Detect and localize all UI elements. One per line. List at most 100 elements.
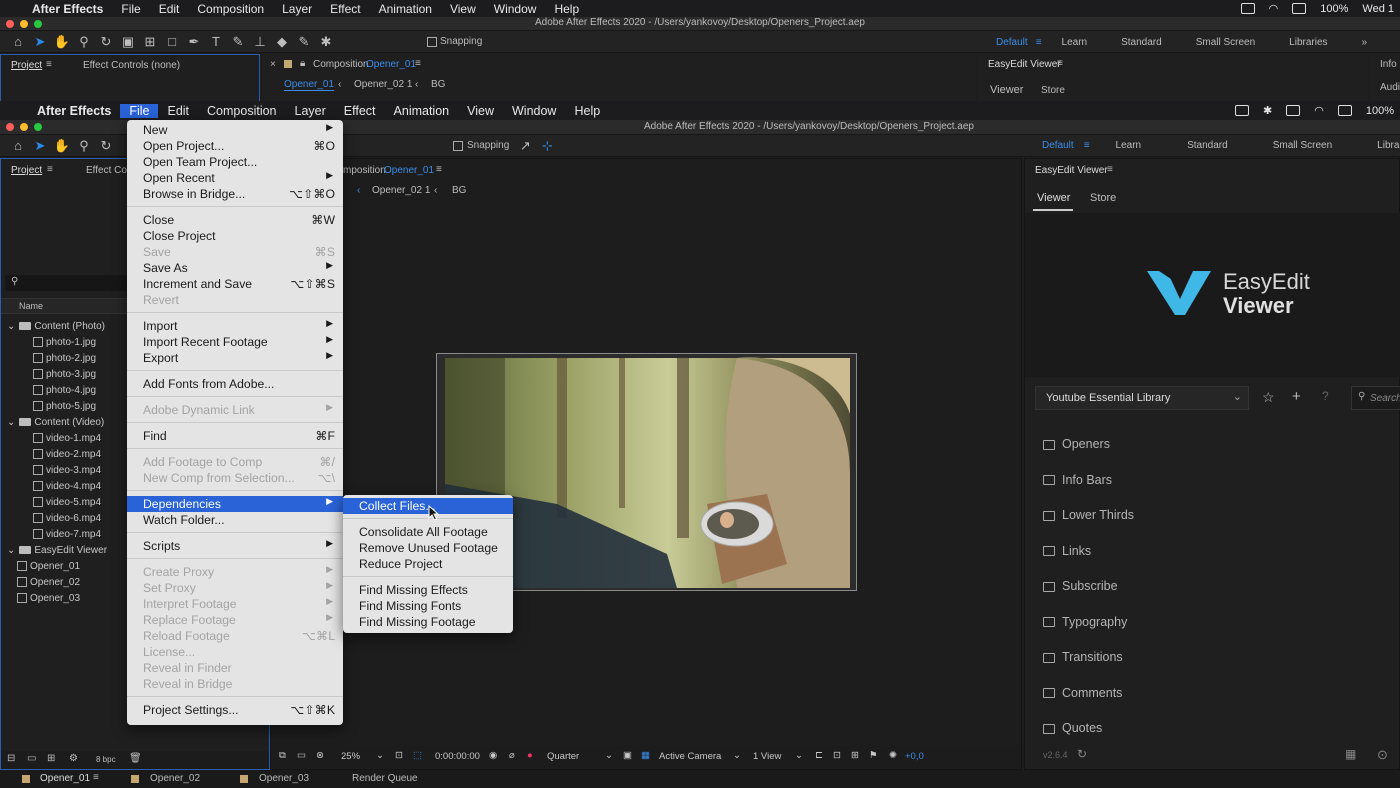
project-menu-icon[interactable]: ≡	[47, 164, 53, 175]
front-menu-view[interactable]: View	[458, 104, 503, 118]
monitor-icon[interactable]: ▭	[297, 750, 306, 761]
easyedit-folder-quotes[interactable]: Quotes	[1043, 721, 1102, 735]
close-window-icon[interactable]	[6, 20, 14, 28]
file-menu-item-open-team-project[interactable]: Open Team Project...	[127, 154, 343, 170]
project-item-opener-03[interactable]: Opener_03	[7, 593, 80, 604]
hand-tool-icon[interactable]: ✋	[54, 34, 70, 50]
file-menu-item-import-recent-footage[interactable]: Import Recent Footage ▶	[127, 334, 343, 350]
front-zoom-window-icon[interactable]	[34, 123, 42, 131]
home-icon[interactable]: ⌂	[10, 34, 26, 50]
zoom-tool-icon[interactable]: ⚲	[76, 34, 92, 50]
disclosure-triangle-icon[interactable]: ⌄	[7, 417, 15, 428]
disclosure-triangle-icon[interactable]: ⌄	[7, 545, 15, 556]
easyedit-folder-typography[interactable]: Typography	[1043, 615, 1127, 629]
snapshot-icon[interactable]: ⧉	[279, 750, 286, 761]
front-workspace-small-screen[interactable]: Small Screen	[1273, 140, 1332, 151]
back-menu-window[interactable]: Window	[485, 2, 546, 16]
project-item-photo-5-jpg[interactable]: photo-5.jpg	[33, 401, 96, 412]
back-menu-view[interactable]: View	[441, 2, 485, 16]
comp-tab-prefix[interactable]: mposition	[343, 165, 386, 176]
mask-view-icon[interactable]: ⊗	[316, 750, 324, 761]
front-wifi-icon[interactable]: ◠	[1314, 104, 1324, 117]
front-menu-composition[interactable]: Composition	[198, 104, 285, 118]
front-close-window-icon[interactable]	[6, 123, 14, 131]
wifi-icon[interactable]: ◠	[1269, 2, 1279, 15]
favorites-star-icon[interactable]: ☆	[1262, 389, 1275, 406]
project-item-video-2-mp4[interactable]: video-2.mp4	[33, 449, 101, 460]
back-menu-animation[interactable]: Animation	[370, 2, 441, 16]
timeline-tab-opener-03[interactable]: Opener_03	[259, 773, 309, 784]
back-easyedit-title[interactable]: EasyEdit Viewer	[988, 59, 1061, 70]
back-menu-file[interactable]: File	[112, 2, 149, 16]
fast-previews-icon[interactable]: ⚑	[869, 750, 878, 761]
front-rotate-tool-icon[interactable]: ↻	[98, 138, 114, 154]
workspace-learn[interactable]: Learn	[1062, 37, 1088, 48]
back-menu-edit[interactable]: Edit	[150, 2, 189, 16]
front-bluetooth-icon[interactable]: ✱	[1263, 104, 1272, 117]
front-menu-help[interactable]: Help	[565, 104, 609, 118]
project-settings-icon[interactable]: ⚙︎	[69, 753, 78, 764]
project-item-opener-02[interactable]: Opener_02	[7, 577, 80, 588]
dependencies-item-reduce-project[interactable]: Reduce Project	[343, 556, 513, 572]
file-menu-item-dependencies[interactable]: Dependencies ▶	[127, 496, 343, 512]
project-item-video-5-mp4[interactable]: video-5.mp4	[33, 497, 101, 508]
back-comp-close-icon[interactable]: ×	[270, 59, 276, 70]
easyedit-store-tab[interactable]: Store	[1090, 192, 1116, 204]
project-item-easyedit-viewer[interactable]: ⌄ EasyEdit Viewer	[7, 545, 107, 556]
region-of-interest-icon[interactable]: ▣	[623, 750, 632, 761]
views-dropdown[interactable]: 1 View	[753, 751, 781, 762]
front-hand-tool-icon[interactable]: ✋	[54, 138, 70, 154]
easyedit-menu-icon[interactable]: ≡	[1107, 164, 1113, 175]
back-comp-menu-icon[interactable]: ≡	[415, 58, 421, 69]
back-menu-effect[interactable]: Effect	[321, 2, 369, 16]
back-store-tab[interactable]: Store	[1041, 85, 1065, 96]
puppet-tool-icon[interactable]: ✱	[318, 34, 334, 50]
project-item-content-photo[interactable]: ⌄ Content (Photo)	[7, 321, 105, 332]
new-comp-icon[interactable]: ⊞	[47, 753, 55, 764]
easyedit-panel-title[interactable]: EasyEdit Viewer	[1035, 165, 1108, 176]
back-app-menu[interactable]: After Effects	[23, 2, 112, 16]
comp-tab-name[interactable]: Opener_01	[384, 165, 434, 176]
type-tool-icon[interactable]: T	[208, 34, 224, 50]
back-effect-controls-tab[interactable]: Effect Controls (none)	[83, 60, 180, 71]
project-tab[interactable]: Project	[11, 165, 42, 176]
timeline-tab-opener-01[interactable]: Opener_01	[40, 773, 90, 784]
front-workspace-learn[interactable]: Learn	[1116, 140, 1142, 151]
back-breadcrumb-2[interactable]: Opener_02 1	[354, 79, 412, 90]
zoom-dropdown[interactable]: 25%	[341, 751, 360, 762]
project-item-video-6-mp4[interactable]: video-6.mp4	[33, 513, 101, 524]
front-display-icon[interactable]	[1337, 105, 1352, 116]
front-menu-file[interactable]: File	[120, 103, 159, 118]
help-icon[interactable]: ?	[1322, 389, 1329, 403]
timeline-tab-menu-icon[interactable]: ≡	[93, 772, 99, 783]
zoom-window-icon[interactable]	[34, 20, 42, 28]
file-menu-item-open-recent[interactable]: Open Recent ▶	[127, 170, 343, 186]
easyedit-folder-subscribe[interactable]: Subscribe	[1043, 579, 1118, 593]
project-item-content-video[interactable]: ⌄ Content (Video)	[7, 417, 104, 428]
back-menu-composition[interactable]: Composition	[188, 2, 273, 16]
back-breadcrumb-1[interactable]: Opener_01	[284, 79, 335, 91]
dependencies-item-find-missing-fonts[interactable]: Find Missing Fonts	[343, 598, 513, 614]
front-menu-layer[interactable]: Layer	[286, 104, 335, 118]
library-dropdown[interactable]: Youtube Essential Library ⌄	[1035, 386, 1249, 410]
rotate-tool-icon[interactable]: ↻	[98, 34, 114, 50]
file-menu-item-import[interactable]: Import ▶	[127, 318, 343, 334]
file-menu-item-browse-in-bridge[interactable]: Browse in Bridge... ⌥⇧⌘O	[127, 186, 343, 202]
project-item-photo-3-jpg[interactable]: photo-3.jpg	[33, 369, 96, 380]
comp-flowchart-icon[interactable]: ⊞	[851, 750, 859, 761]
bpc-label[interactable]: 8 bpc	[96, 755, 116, 764]
resolution-chevron-icon[interactable]: ⌄	[605, 750, 613, 761]
project-item-video-7-mp4[interactable]: video-7.mp4	[33, 529, 101, 540]
front-snapping-checkbox[interactable]	[453, 140, 463, 151]
camera-tool-icon[interactable]: ▣	[120, 34, 136, 50]
refresh-icon[interactable]: ↻	[1077, 747, 1087, 761]
toggle-timeline-icon[interactable]: ⊡	[833, 750, 841, 761]
camera-chevron-icon[interactable]: ⌄	[733, 750, 741, 761]
file-menu-item-new[interactable]: New ▶	[127, 122, 343, 138]
front-notification-icon[interactable]	[1286, 105, 1301, 116]
front-screen-record-icon[interactable]	[1235, 105, 1250, 116]
front-app-menu[interactable]: After Effects	[28, 104, 120, 118]
front-workspace-standard[interactable]: Standard	[1187, 140, 1228, 151]
snap-options-icon[interactable]: ↗	[517, 138, 533, 154]
resolution-dropdown[interactable]: Quarter	[547, 751, 579, 762]
